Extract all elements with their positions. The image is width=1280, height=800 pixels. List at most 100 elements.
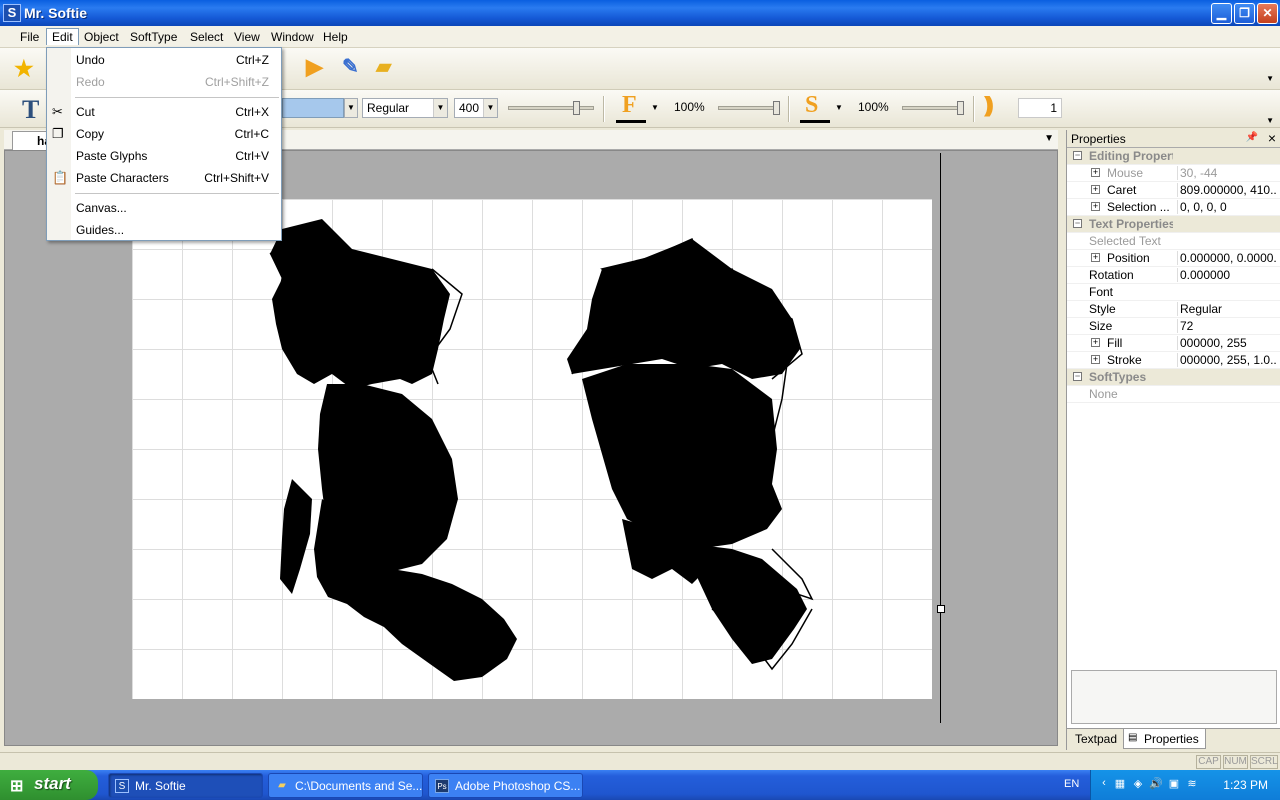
weight-slider-thumb[interactable] [573, 101, 580, 115]
taskbar-item-photoshop[interactable]: Ps Adobe Photoshop CS... [428, 773, 583, 798]
property-category[interactable]: −Editing Properties [1067, 148, 1280, 165]
property-value[interactable]: 000000, 255, 1.0... [1177, 353, 1277, 367]
property-category[interactable]: − Text Properties [1067, 216, 1280, 233]
tab-properties[interactable]: ▤ Properties [1123, 729, 1206, 749]
close-icon[interactable]: × [1268, 130, 1276, 146]
menu-item-copy[interactable]: ❐ Copy Ctrl+C [47, 124, 281, 144]
property-value[interactable]: 000000, 255 [1177, 336, 1277, 350]
play-icon[interactable]: ▶ [306, 54, 323, 80]
property-value[interactable]: 809.000000, 410.... [1177, 183, 1277, 197]
volume-icon[interactable]: 🔊 [1149, 777, 1163, 791]
wifi-icon[interactable]: ≋ [1185, 777, 1199, 791]
menu-view[interactable]: View [229, 29, 265, 46]
vertical-guide-line[interactable] [940, 153, 941, 723]
property-row[interactable]: Style Regular [1067, 301, 1280, 318]
menu-item-paste-glyphs[interactable]: Paste Glyphs Ctrl+V [47, 146, 281, 166]
menu-softtype[interactable]: SoftType [125, 29, 182, 46]
menu-edit[interactable]: Edit [46, 28, 79, 45]
start-button[interactable]: ⊞ start [0, 770, 98, 800]
tab-textpad[interactable]: Textpad [1069, 729, 1123, 749]
expand-icon[interactable]: + [1091, 202, 1100, 211]
stroke-opacity-slider[interactable] [902, 101, 964, 115]
property-category[interactable]: − SoftTypes [1067, 369, 1280, 386]
menu-object[interactable]: Object [79, 29, 124, 46]
maximize-button[interactable]: ❐ [1234, 3, 1255, 24]
property-value[interactable]: 0.000000, 0.0000... [1177, 251, 1277, 265]
expand-icon[interactable]: + [1091, 168, 1100, 177]
property-row[interactable]: None [1067, 386, 1280, 403]
stroke-color-swatch[interactable] [800, 120, 830, 123]
property-row[interactable]: Size 72 [1067, 318, 1280, 335]
property-value[interactable]: Regular [1177, 302, 1277, 316]
fill-icon[interactable]: F [622, 92, 637, 119]
property-value[interactable]: 0.000000 [1177, 268, 1277, 282]
chevron-left-icon[interactable]: ‹ [1097, 777, 1111, 791]
weight-slider[interactable] [508, 101, 594, 115]
property-value[interactable]: 30, -44 [1177, 166, 1277, 180]
collapse-icon[interactable]: − [1073, 151, 1082, 160]
toolbar-overflow-icon[interactable]: ▼ [1266, 116, 1274, 125]
left-footprint-shape[interactable] [269, 219, 517, 681]
menu-item-guides[interactable]: Guides... [47, 220, 281, 240]
font-name-field[interactable] [282, 98, 344, 118]
property-value[interactable]: 0, 0, 0, 0 [1177, 200, 1277, 214]
property-row[interactable]: Font [1067, 284, 1280, 301]
expand-icon[interactable]: + [1091, 338, 1100, 347]
expand-icon[interactable]: + [1091, 253, 1100, 262]
glyph-artwork[interactable] [132, 199, 932, 699]
guide-handle[interactable] [937, 605, 945, 613]
taskbar-item-explorer[interactable]: ▰ C:\Documents and Se... [268, 773, 423, 798]
collapse-icon[interactable]: − [1073, 372, 1082, 381]
menu-select[interactable]: Select [185, 29, 228, 46]
property-row[interactable]: + Stroke 000000, 255, 1.0... [1067, 352, 1280, 369]
canvas-page[interactable] [132, 199, 932, 699]
property-row[interactable]: Rotation 0.000000 [1067, 267, 1280, 284]
property-row[interactable]: Selected Text [1067, 233, 1280, 250]
chevron-down-icon[interactable]: ▼ [1044, 133, 1054, 144]
chevron-down-icon[interactable]: ▼ [835, 103, 843, 112]
property-row[interactable]: + Mouse 30, -44 [1067, 165, 1280, 182]
taskbar-item-mr-softie[interactable]: S Mr. Softie [108, 773, 263, 798]
stroke-icon[interactable]: S [805, 92, 818, 119]
chevron-down-icon[interactable]: ▼ [651, 103, 659, 112]
menu-item-canvas[interactable]: Canvas... [47, 198, 281, 218]
tray-network-icon[interactable]: ◈ [1131, 777, 1145, 791]
collapse-icon[interactable]: − [1073, 219, 1082, 228]
property-row[interactable]: + Position 0.000000, 0.0000... [1067, 250, 1280, 267]
pin-icon[interactable]: 📌 [1246, 132, 1258, 143]
menu-item-undo[interactable]: Undo Ctrl+Z [47, 50, 281, 70]
font-dropdown-arrow[interactable]: ▼ [344, 98, 358, 118]
text-tool-icon[interactable]: T [22, 95, 39, 125]
expand-icon[interactable]: + [1091, 185, 1100, 194]
weight-select-value: 400 [459, 101, 480, 115]
fill-color-swatch[interactable] [616, 120, 646, 123]
open-folder-icon[interactable]: ▰ [376, 54, 391, 79]
menu-item-cut[interactable]: ✂ Cut Ctrl+X [47, 102, 281, 122]
minimize-button[interactable]: ▁ [1211, 3, 1232, 24]
property-row[interactable]: + Caret 809.000000, 410.... [1067, 182, 1280, 199]
menu-item-paste-characters[interactable]: 📋 Paste Characters Ctrl+Shift+V [47, 168, 281, 188]
close-button[interactable]: ✕ [1257, 3, 1278, 24]
tray-app-icon[interactable]: ▦ [1113, 777, 1127, 791]
menu-help[interactable]: Help [318, 29, 353, 46]
toolbar-overflow-icon[interactable]: ▼ [1266, 74, 1274, 83]
fill-opacity-slider-thumb[interactable] [773, 101, 780, 115]
property-row[interactable]: + Selection ... 0, 0, 0, 0 [1067, 199, 1280, 216]
menu-window[interactable]: Window [266, 29, 319, 46]
expand-icon[interactable]: + [1091, 355, 1100, 364]
star-icon[interactable]: ★ [14, 56, 34, 82]
stroke-width-field[interactable]: 1 [1018, 98, 1062, 118]
waves-icon[interactable]: ))) [984, 92, 994, 118]
right-footprint-shape[interactable] [567, 237, 814, 671]
stroke-opacity-slider-thumb[interactable] [957, 101, 964, 115]
network-icon[interactable]: ▣ [1167, 777, 1181, 791]
menu-file[interactable]: File [15, 29, 44, 46]
language-indicator[interactable]: EN [1064, 778, 1079, 790]
property-row[interactable]: + Fill 000000, 255 [1067, 335, 1280, 352]
magic-wand-icon[interactable]: ✎ [342, 54, 359, 79]
menu-item-redo[interactable]: Redo Ctrl+Shift+Z [47, 72, 281, 92]
style-select[interactable]: Regular ▼ [362, 98, 448, 118]
weight-select[interactable]: 400 ▼ [454, 98, 498, 118]
fill-opacity-slider[interactable] [718, 101, 780, 115]
property-value[interactable]: 72 [1177, 319, 1277, 333]
